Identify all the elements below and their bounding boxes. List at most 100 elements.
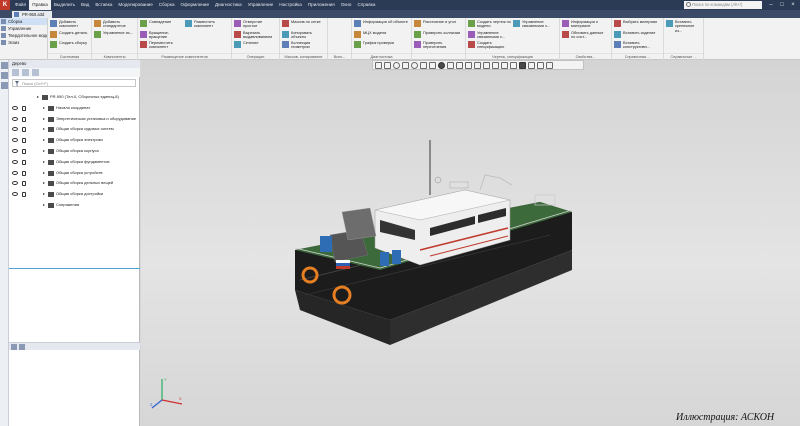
tree-row[interactable]: ▸ Общая сборка судовых систем <box>9 124 140 135</box>
maximize-icon[interactable]: □ <box>777 0 787 10</box>
select-icon[interactable] <box>375 61 382 69</box>
state-icon[interactable] <box>22 192 26 198</box>
tree-row[interactable]: ▸ Общая сборка достройки <box>9 189 140 200</box>
layers-tab-icon[interactable] <box>1 82 8 89</box>
ribbon-button[interactable]: Копировать объекты <box>282 30 324 40</box>
hide-icon[interactable] <box>474 61 481 69</box>
ribbon-button[interactable]: Управление связанными ч... <box>513 19 556 29</box>
tree-view-icon[interactable] <box>12 69 19 76</box>
ribbon-mode-item[interactable]: Сборка <box>0 18 47 25</box>
ribbon-button[interactable]: Создать чертеж по модели <box>468 19 511 29</box>
ribbon-button[interactable]: Проверить пересечения <box>414 40 462 50</box>
standard-views-icon[interactable] <box>429 61 436 69</box>
zoom-window-icon[interactable] <box>384 61 391 69</box>
chevron-right-icon[interactable]: ▸ <box>43 157 45 168</box>
ribbon-button[interactable]: Расстояние и угол <box>414 19 462 27</box>
ribbon-button[interactable]: Вставить изделие <box>614 30 660 38</box>
chevron-right-icon[interactable]: ▸ <box>43 135 45 146</box>
rotate-icon[interactable] <box>411 61 418 69</box>
grid-icon[interactable] <box>19 344 25 350</box>
tree-row[interactable]: ▸ Начало координат <box>9 103 140 114</box>
ribbon-button[interactable]: Вставить конструктивн... <box>614 40 660 50</box>
chevron-right-icon[interactable]: ▸ <box>43 146 45 157</box>
structure-view-icon[interactable] <box>22 69 29 76</box>
command-search-input[interactable]: Поиск по командам (Alt+/) <box>684 1 762 9</box>
ribbon-button[interactable]: График проверки <box>354 40 408 48</box>
ribbon-button[interactable]: Вращение-вращение <box>140 30 183 40</box>
visibility-eye-icon[interactable] <box>12 116 18 121</box>
tree-row[interactable]: ▸ Общая сборка фундаментов <box>9 157 140 168</box>
state-icon[interactable] <box>22 116 26 122</box>
ribbon-button[interactable]: Информация об объекте <box>354 19 408 27</box>
chevron-right-icon[interactable]: ▸ <box>37 92 39 103</box>
pan-icon[interactable] <box>402 61 409 69</box>
state-icon[interactable] <box>22 181 26 187</box>
chevron-right-icon[interactable]: ▸ <box>43 114 45 125</box>
visibility-eye-icon[interactable] <box>12 170 18 175</box>
menu-item[interactable]: Вид <box>78 0 92 10</box>
menu-item[interactable]: Диагностика <box>212 0 245 10</box>
filter-selection-icon[interactable] <box>519 61 526 69</box>
ribbon-button[interactable]: Управление ис... <box>94 30 134 38</box>
ribbon-button[interactable]: Добавить стандартное <box>94 19 134 29</box>
ribbon-button[interactable]: Проверить коллизии <box>414 30 462 38</box>
show-all-icon[interactable] <box>483 61 490 69</box>
shading-icon[interactable] <box>438 61 445 69</box>
state-icon[interactable] <box>22 148 26 154</box>
ribbon-button[interactable]: Информация о материале <box>562 19 608 29</box>
ribbon-button[interactable]: Создать спецификацию <box>468 40 511 50</box>
view-settings-icon[interactable] <box>537 61 544 69</box>
visibility-eye-icon[interactable] <box>12 159 18 164</box>
chevron-right-icon[interactable]: ▸ <box>43 178 45 189</box>
menu-item[interactable]: Приложения <box>305 0 338 10</box>
visibility-eye-icon[interactable] <box>12 148 18 153</box>
visibility-eye-icon[interactable] <box>12 192 18 197</box>
menu-item[interactable]: Управление <box>245 0 277 10</box>
chevron-right-icon[interactable]: ▸ <box>43 124 45 135</box>
ribbon-button[interactable]: МЦХ модели <box>354 30 408 38</box>
state-icon[interactable] <box>22 127 26 133</box>
section-icon[interactable] <box>456 61 463 69</box>
menu-item[interactable]: Настройка <box>276 0 305 10</box>
ribbon-mode-item[interactable]: Эскиз <box>0 39 47 46</box>
menu-item[interactable]: Правка <box>29 0 51 10</box>
ribbon-button[interactable]: Обновить данные по сост... <box>562 30 608 40</box>
ribbon-button[interactable]: Создать деталь <box>50 30 88 38</box>
ribbon-button[interactable]: Добавить компонент <box>50 19 88 29</box>
chevron-right-icon[interactable]: ▸ <box>43 189 45 200</box>
menu-item[interactable]: Окно <box>338 0 355 10</box>
app-logo-icon[interactable]: K <box>0 0 10 10</box>
menu-item[interactable]: Файл <box>12 0 29 10</box>
chevron-right-icon[interactable]: ▸ <box>43 168 45 179</box>
ribbon-mode-item[interactable]: Управление <box>0 25 47 32</box>
menu-item[interactable]: Моделирование <box>115 0 155 10</box>
ribbon-button[interactable]: Сечение <box>234 40 276 48</box>
menu-item[interactable]: Справка <box>354 0 378 10</box>
snap-icon[interactable] <box>528 61 535 69</box>
tree-row[interactable]: ▸ Энергетическая установка и оборудование <box>9 114 140 125</box>
ribbon-button[interactable]: Вставить крепежное из... <box>666 19 700 33</box>
chevron-right-icon[interactable]: ▸ <box>43 103 45 114</box>
tree-row[interactable]: ▸ Общая сборка дельных вещей <box>9 178 140 189</box>
state-icon[interactable] <box>22 159 26 165</box>
ribbon-button[interactable]: Совпадение <box>140 19 183 27</box>
tree-row[interactable]: ▸ Общая сборка электрики <box>9 135 140 146</box>
document-tab[interactable]: PR-950.a3d <box>12 11 53 18</box>
tree-row[interactable]: ▸ PR-950 (Тел-0, Сборочных единиц-8) <box>9 92 140 103</box>
tree-row[interactable]: ▸ Сопряжения <box>9 200 140 211</box>
lighting-icon[interactable] <box>501 61 508 69</box>
menu-item[interactable]: Оформление <box>178 0 213 10</box>
ribbon-button[interactable]: Разместить компонент <box>185 19 228 29</box>
chevron-right-icon[interactable]: ▸ <box>43 200 45 211</box>
state-icon[interactable] <box>22 105 26 111</box>
tree-tab-icon[interactable] <box>1 62 8 69</box>
ribbon-button[interactable]: Управление связанными с... <box>468 30 511 40</box>
minimize-icon[interactable]: – <box>766 0 776 10</box>
ribbon-button[interactable]: Переместить компонент <box>140 40 183 50</box>
orientation-icon[interactable] <box>420 61 427 69</box>
state-icon[interactable] <box>22 138 26 144</box>
list-icon[interactable] <box>11 344 17 350</box>
material-icon[interactable] <box>510 61 517 69</box>
ribbon-button[interactable]: Создать сборку <box>50 40 88 48</box>
visibility-eye-icon[interactable] <box>12 105 18 110</box>
